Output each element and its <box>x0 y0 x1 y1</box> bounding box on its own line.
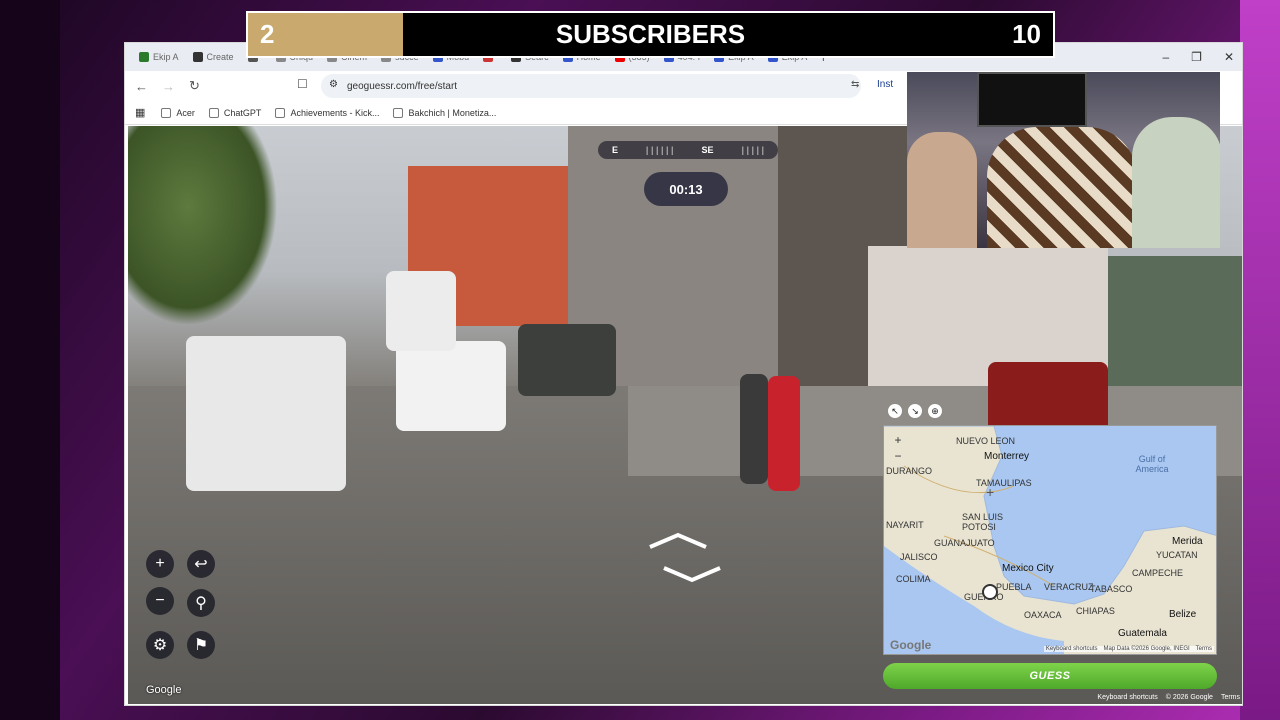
minimize-icon[interactable]: – <box>1162 50 1169 64</box>
google-watermark: Google <box>146 684 182 696</box>
round-timer: 00:13 <box>644 172 728 206</box>
region-label: OAXACA <box>1024 610 1062 620</box>
bookmark-label: Achievements - Kick... <box>290 107 380 118</box>
region-label: CAMPECHE <box>1132 568 1184 578</box>
url-field[interactable]: ⚙ geoguessr.com/free/start <box>321 74 861 98</box>
subscriber-banner: 2 SUBSCRIBERS 10 <box>246 11 1055 58</box>
zoom-in-button[interactable]: + <box>146 550 174 578</box>
city-label: Guatemala <box>1118 628 1167 639</box>
browser-tab[interactable]: Create <box>187 46 240 68</box>
region-label: CHIAPAS <box>1076 606 1115 616</box>
map-attribution: Keyboard shortcuts Map Data ©2026 Google… <box>1043 646 1214 652</box>
compass-east: E <box>611 145 618 155</box>
kick-icon <box>275 107 286 118</box>
pedestrian <box>768 376 800 491</box>
water-label: Gulf of America <box>1135 454 1169 474</box>
expand-map-icon[interactable]: ↖ <box>888 404 902 418</box>
city-label: Monterrey <box>984 451 1030 462</box>
map-zoom-in[interactable]: + <box>890 432 906 448</box>
move-forward-arrow[interactable] <box>648 531 708 549</box>
map-google-logo: Google <box>890 638 932 652</box>
flag-button[interactable]: ⚑ <box>187 631 215 659</box>
close-icon[interactable]: ✕ <box>1224 50 1234 64</box>
city-label: Belize <box>1169 609 1197 620</box>
tab-label: Create <box>206 52 234 62</box>
install-label[interactable]: Inst <box>877 79 893 90</box>
truck <box>386 271 456 351</box>
reload-icon[interactable]: ↻ <box>189 78 200 94</box>
bookmark-item[interactable]: Bakchich | Monetiza... <box>393 107 497 118</box>
region-label: COLIMA <box>896 574 931 584</box>
tab-favicon-icon <box>139 52 149 62</box>
zoom-out-button[interactable]: − <box>146 587 174 615</box>
restore-icon[interactable]: ❐ <box>1191 50 1202 64</box>
move-back-arrow[interactable] <box>662 566 722 584</box>
map-zoom-out[interactable]: − <box>890 448 906 464</box>
trees <box>128 126 278 326</box>
page-footer: Keyboard shortcuts © 2026 Google Terms <box>1097 694 1240 701</box>
region-label: NUEVO LEON <box>956 436 1016 446</box>
bookmark-label: Bakchich | Monetiza... <box>408 107 497 118</box>
shrink-map-icon[interactable]: ↘ <box>908 404 922 418</box>
region-label: NAYARIT <box>886 520 924 530</box>
return-to-start-button[interactable]: ⚲ <box>187 589 215 617</box>
map-size-tools: ↖ ↘ ⊕ <box>888 404 942 418</box>
tab-label: Ekip A <box>153 52 179 62</box>
bookmark-item[interactable]: Achievements - Kick... <box>275 107 380 118</box>
player-pin-icon <box>982 584 998 600</box>
region-label: PUEBLA <box>996 582 1032 592</box>
white-car <box>396 341 506 431</box>
dark-suv <box>518 324 616 396</box>
streamer-left <box>907 132 977 248</box>
site-info-icon[interactable]: ⚙ <box>329 79 338 90</box>
chatgpt-icon <box>208 107 219 118</box>
guess-map[interactable]: + − NUEVO LEON DURANGO TAMAULIPAS NAYARI… <box>883 425 1217 655</box>
guess-button[interactable]: GUESS <box>883 663 1217 689</box>
region-label: TAMAULIPAS <box>976 478 1032 488</box>
settings-button[interactable]: ⚙ <box>146 631 174 659</box>
bakchich-icon <box>393 107 404 118</box>
webcam-overlay <box>907 72 1220 248</box>
banner-title: SUBSCRIBERS <box>555 19 746 49</box>
right-counter: 10 <box>1012 19 1041 49</box>
apps-grid-icon[interactable]: ▦ <box>135 106 145 119</box>
bookmark-item[interactable]: ChatGPT <box>208 107 262 118</box>
monitor <box>977 72 1087 127</box>
tab-favicon-icon <box>192 52 203 62</box>
pickup-truck <box>186 336 346 491</box>
install-icon[interactable]: ⇆ <box>851 79 859 90</box>
forward-icon[interactable]: → <box>162 79 175 94</box>
streamer-middle <box>987 127 1137 248</box>
compass-bar: E | | | | | | SE | | | | | <box>598 141 778 159</box>
bookmark-item[interactable]: Acer <box>161 107 195 118</box>
pedestrian <box>740 374 768 484</box>
city-label: Mexico City <box>1002 563 1054 574</box>
streamer-right <box>1132 117 1220 248</box>
red-car <box>988 362 1108 432</box>
folder-icon <box>161 107 172 118</box>
map-zoom-controls: + − <box>890 432 906 464</box>
region-label: VERACRUZ <box>1044 582 1094 592</box>
pin-map-icon[interactable]: ⊕ <box>928 404 942 418</box>
region-label: GUANAJUATO <box>934 538 995 548</box>
region-label: DURANGO <box>886 466 933 476</box>
region-label: YUCATAN <box>1156 550 1198 560</box>
region-label: TABASCO <box>1090 584 1133 594</box>
crosshair-icon: + <box>986 484 995 500</box>
bookmark-icon[interactable]: ☐ <box>297 77 308 91</box>
window-controls: – ❐ ✕ <box>1162 43 1234 71</box>
url-text: geoguessr.com/free/start <box>347 80 458 92</box>
undo-button[interactable]: ↩ <box>187 550 215 578</box>
city-label: Merida <box>1172 536 1203 547</box>
bookmark-label: Acer <box>176 107 195 118</box>
back-icon[interactable]: ← <box>135 79 148 94</box>
region-label: JALISCO <box>900 552 938 562</box>
bookmark-label: ChatGPT <box>223 107 262 118</box>
region-label: SAN LUIS POTOSI <box>962 512 1004 532</box>
browser-tab[interactable]: Ekip A <box>133 46 185 68</box>
compass-heading: SE <box>701 145 714 155</box>
